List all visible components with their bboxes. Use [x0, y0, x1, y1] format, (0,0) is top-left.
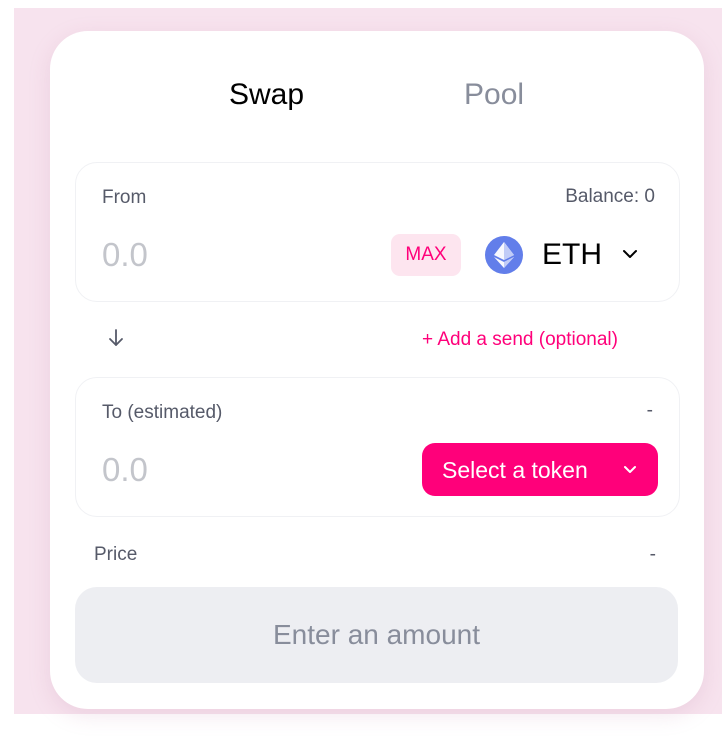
- from-token-select[interactable]: ETH: [485, 230, 645, 280]
- max-button[interactable]: MAX: [391, 234, 461, 276]
- from-label: From: [102, 187, 147, 208]
- to-panel: To (estimated) - Select a token: [75, 377, 680, 517]
- from-balance: Balance: 0: [565, 186, 655, 207]
- tab-swap[interactable]: Swap: [229, 77, 304, 113]
- chevron-down-icon: [623, 250, 637, 258]
- select-token-button[interactable]: Select a token: [422, 443, 658, 496]
- arrow-down-icon[interactable]: [106, 328, 126, 348]
- enter-amount-label: Enter an amount: [272, 619, 481, 650]
- to-label: To (estimated): [102, 402, 223, 423]
- from-token-symbol: ETH: [542, 238, 602, 271]
- price-value: -: [649, 544, 656, 565]
- tab-pool[interactable]: Pool: [464, 77, 524, 113]
- from-panel: From Balance: 0 MAX ETH: [75, 162, 680, 302]
- chevron-down-icon: [624, 466, 636, 473]
- add-send-link[interactable]: + Add a send (optional): [422, 329, 618, 351]
- from-amount-input[interactable]: [102, 236, 302, 274]
- swap-card: Swap Pool From Balance: 0 MAX ETH: [50, 31, 704, 709]
- to-balance: -: [646, 400, 653, 421]
- swap-pool-tabs: Swap Pool: [50, 71, 704, 121]
- enter-amount-button[interactable]: Enter an amount: [75, 587, 678, 683]
- ethereum-icon: [485, 236, 523, 274]
- to-amount-input[interactable]: [102, 451, 302, 489]
- ethereum-diamond-glyph: [494, 242, 514, 268]
- price-label: Price: [94, 544, 138, 565]
- select-token-label: Select a token: [442, 457, 588, 483]
